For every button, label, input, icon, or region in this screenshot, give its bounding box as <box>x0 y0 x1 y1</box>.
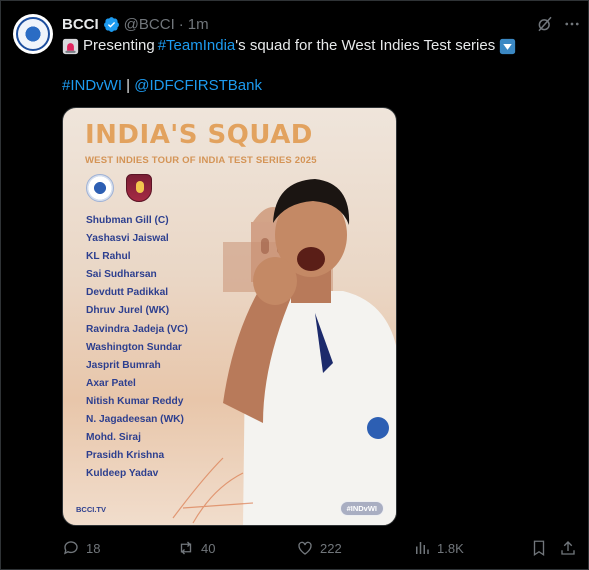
squad-subtitle: WEST INDIES TOUR OF INDIA TEST SERIES 20… <box>85 155 317 166</box>
reply-icon <box>63 541 78 555</box>
hashtag-teamindia[interactable]: #TeamIndia <box>158 36 236 56</box>
repost-icon <box>180 541 192 555</box>
bcci-logo <box>16 17 50 51</box>
tweet-header: BCCI @BCCI · 1m <box>62 14 209 34</box>
player-item: Ravindra Jadeja (VC) <box>86 323 188 335</box>
like-icon <box>298 541 312 555</box>
player-item: Nitish Kumar Reddy <box>86 395 184 407</box>
team-logos <box>86 174 152 202</box>
tweet-text-rest: 's squad for the West Indies Test series <box>235 37 496 54</box>
media-image[interactable]: INDIA'S SQUAD WEST INDIES TOUR OF INDIA … <box>62 107 397 526</box>
player-item: Axar Patel <box>86 377 136 389</box>
views-icon <box>416 542 429 554</box>
repost-button[interactable]: 40 <box>177 538 215 558</box>
tweet-card[interactable]: BCCI @BCCI · 1m Presenting #TeamIndia's s… <box>0 0 589 570</box>
player-item: Prasidh Krishna <box>86 450 165 462</box>
separator-dot: · <box>178 15 184 33</box>
author-name[interactable]: BCCI <box>62 16 99 33</box>
player-item: Mohd. Siraj <box>86 432 141 444</box>
like-count: 222 <box>320 540 342 556</box>
player-item: Sai Sudharsan <box>86 269 157 281</box>
player-list: Shubman Gill (C) Yashasvi Jaiswal KL Rah… <box>86 212 188 483</box>
bcci-logo <box>86 174 114 202</box>
post-time[interactable]: 1m <box>188 16 209 33</box>
tweet-text: Presenting #TeamIndia's squad for the Wes… <box>62 36 516 56</box>
like-button[interactable]: 222 <box>296 538 342 558</box>
more-icon[interactable] <box>563 15 581 33</box>
player-item: N. Jagadeesan (WK) <box>86 414 184 426</box>
views-count: 1.8K <box>437 540 464 556</box>
tweet-text-lead: Presenting <box>83 37 155 54</box>
bookmark-button[interactable] <box>530 538 548 558</box>
player-item: Yashasvi Jaiswal <box>86 233 169 245</box>
squad-title: INDIA'S SQUAD <box>85 120 313 150</box>
west-indies-logo <box>126 174 152 202</box>
hashtag-sep: | <box>122 77 135 94</box>
repost-count: 40 <box>201 540 216 556</box>
player-item: Shubman Gill (C) <box>86 215 169 226</box>
media-footer-hashtag: #INDvWI <box>339 501 384 516</box>
avatar[interactable] <box>13 14 53 54</box>
mention-idfc[interactable]: @IDFCFIRSTBank <box>134 77 262 94</box>
reply-count: 18 <box>86 540 101 556</box>
verified-badge-icon <box>103 16 119 32</box>
player-item: Devdutt Padikkal <box>86 287 169 299</box>
down-arrow-emoji <box>500 38 516 54</box>
media-footer-site: BCCI.TV <box>76 505 106 514</box>
share-icon <box>561 541 575 555</box>
hashtag-indvwi[interactable]: #INDvWI <box>62 77 122 94</box>
player-item: Dhruv Jurel (WK) <box>86 305 170 317</box>
views-button[interactable]: 1.8K <box>413 538 464 558</box>
player-item: KL Rahul <box>86 251 131 263</box>
siren-emoji <box>62 38 79 54</box>
author-handle[interactable]: @BCCI <box>124 16 175 33</box>
hashtag-line: #INDvWI | @IDFCFIRSTBank <box>62 76 262 96</box>
player-item: Washington Sundar <box>86 341 182 353</box>
grok-icon[interactable] <box>536 15 554 33</box>
reply-button[interactable]: 18 <box>62 538 100 558</box>
action-bar: 18 40 222 1.8K <box>62 538 582 558</box>
player-item: Kuldeep Yadav <box>86 468 159 480</box>
share-button[interactable] <box>559 538 577 558</box>
bookmark-icon <box>533 540 545 557</box>
player-item: Jasprit Bumrah <box>86 359 161 371</box>
